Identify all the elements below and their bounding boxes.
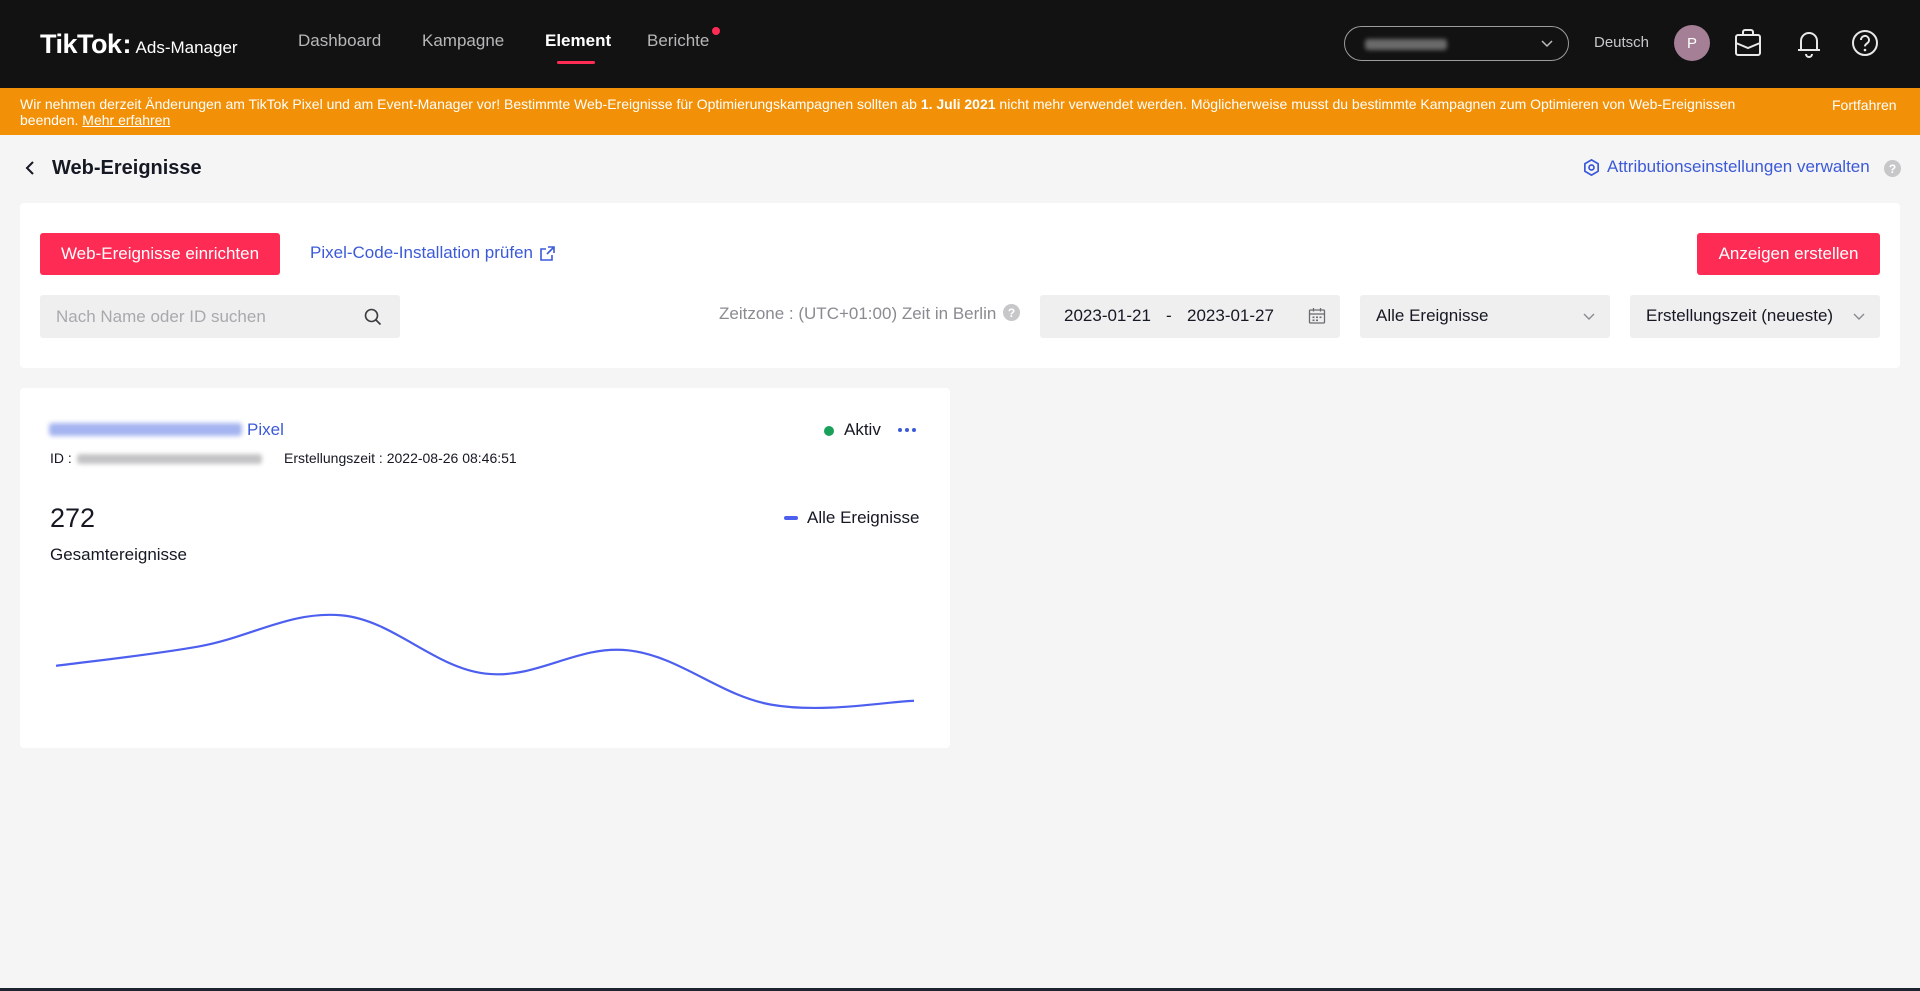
attribution-settings-label: Attributionseinstellungen verwalten — [1607, 157, 1870, 176]
create-ads-button[interactable]: Anzeigen erstellen — [1697, 233, 1880, 275]
nav-active-indicator — [557, 61, 595, 64]
banner-date: 1. Juli 2021 — [920, 96, 996, 112]
pixel-created-time: Erstellungszeit : 2022-08-26 08:46:51 — [284, 450, 517, 466]
pixel-name-redacted[interactable] — [49, 423, 242, 436]
chevron-down-icon — [1853, 313, 1865, 320]
date-separator: - — [1166, 306, 1172, 325]
event-filter-select[interactable]: Alle Ereignisse — [1360, 295, 1610, 338]
nav-kampagne[interactable]: Kampagne — [422, 31, 504, 51]
logo-separator: : — [122, 29, 132, 59]
sort-value: Erstellungszeit (neueste) — [1646, 306, 1834, 325]
date-start: 2023-01-21 — [1064, 306, 1151, 325]
legend-label: Alle Ereignisse — [807, 508, 920, 527]
back-arrow-icon[interactable] — [20, 156, 42, 180]
nav-element[interactable]: Element — [545, 31, 611, 51]
data-point-2023-01-26[interactable] — [765, 699, 777, 711]
account-name-redacted — [1365, 39, 1447, 50]
search-field[interactable] — [40, 295, 400, 338]
total-events-value: 272 — [50, 503, 96, 533]
logo-brand: TikTok — [40, 29, 122, 59]
events-line-chart — [50, 609, 920, 711]
search-icon[interactable] — [364, 308, 382, 326]
notification-dot — [712, 27, 720, 35]
help-icon[interactable] — [1849, 26, 1881, 60]
bell-icon[interactable] — [1793, 26, 1825, 60]
total-events-label: Gesamtereignisse — [50, 545, 188, 564]
account-selector[interactable] — [1344, 26, 1569, 61]
pixel-name-link[interactable]: Pixel — [247, 420, 284, 440]
chevron-down-icon — [1541, 40, 1553, 48]
settings-hexagon-icon — [1583, 158, 1600, 176]
event-filter-value: Alle Ereignisse — [1376, 306, 1489, 325]
search-input[interactable] — [40, 295, 350, 338]
more-options-icon[interactable] — [896, 421, 918, 439]
data-point-2023-01-22[interactable] — [193, 640, 205, 652]
page-title: Web-Ereignisse — [52, 157, 202, 179]
nav-dashboard[interactable]: Dashboard — [298, 31, 381, 51]
calendar-icon — [1308, 308, 1326, 324]
data-point-2023-01-21[interactable] — [50, 660, 62, 672]
external-link-icon — [540, 245, 555, 261]
toolbar-panel — [20, 203, 1900, 368]
banner-continue-button[interactable]: Fortfahren — [1832, 97, 1897, 113]
status-dot — [824, 426, 834, 436]
top-navigation-bar: TikTok : Ads-Manager Dashboard Kampagne … — [0, 0, 1920, 88]
status-badge: Aktiv — [844, 420, 881, 439]
avatar[interactable]: P — [1674, 25, 1710, 61]
pixel-id-label: ID : — [50, 450, 72, 466]
chart-legend: Alle Ereignisse — [784, 508, 919, 528]
series-line-alle-ereignisse — [55, 613, 915, 709]
pixel-code-check-link[interactable]: Pixel-Code-Installation prüfen — [310, 243, 556, 263]
legend-swatch — [784, 516, 798, 520]
data-point-2023-01-27[interactable] — [908, 695, 920, 707]
data-point-2023-01-23[interactable] — [336, 609, 348, 621]
sort-select[interactable]: Erstellungszeit (neueste) — [1630, 295, 1880, 338]
timezone-help-icon[interactable]: ? — [1003, 304, 1020, 321]
data-point-2023-01-24[interactable] — [479, 668, 491, 680]
timezone-label: Zeitzone : (UTC+01:00) Zeit in Berlin — [719, 304, 997, 323]
language-selector[interactable]: Deutsch — [1594, 34, 1649, 51]
data-point-2023-01-25[interactable] — [622, 644, 634, 656]
date-range-picker[interactable]: 2023-01-21 - 2023-01-27 — [1040, 295, 1340, 338]
logo-product: Ads-Manager — [135, 38, 238, 57]
announcement-banner: Wir nehmen derzeit Änderungen am TikTok … — [0, 88, 1920, 135]
briefcase-icon[interactable] — [1732, 26, 1764, 60]
attribution-help-icon[interactable]: ? — [1884, 160, 1901, 177]
tiktok-ads-manager-logo[interactable]: TikTok : Ads-Manager — [40, 29, 238, 59]
banner-message: Wir nehmen derzeit Änderungen am TikTok … — [20, 96, 1760, 128]
setup-web-events-button[interactable]: Web-Ereignisse einrichten — [40, 233, 280, 275]
attribution-settings-link[interactable]: Attributionseinstellungen verwalten — [1582, 157, 1870, 177]
pixel-id-redacted — [77, 454, 262, 464]
date-end: 2023-01-27 — [1187, 306, 1274, 325]
pixel-code-check-label: Pixel-Code-Installation prüfen — [310, 243, 534, 262]
learn-more-link[interactable]: Mehr erfahren — [82, 112, 170, 128]
nav-berichte[interactable]: Berichte — [647, 31, 709, 51]
chevron-down-icon — [1583, 313, 1595, 320]
banner-text-start: Wir nehmen derzeit Änderungen am TikTok … — [20, 96, 921, 112]
